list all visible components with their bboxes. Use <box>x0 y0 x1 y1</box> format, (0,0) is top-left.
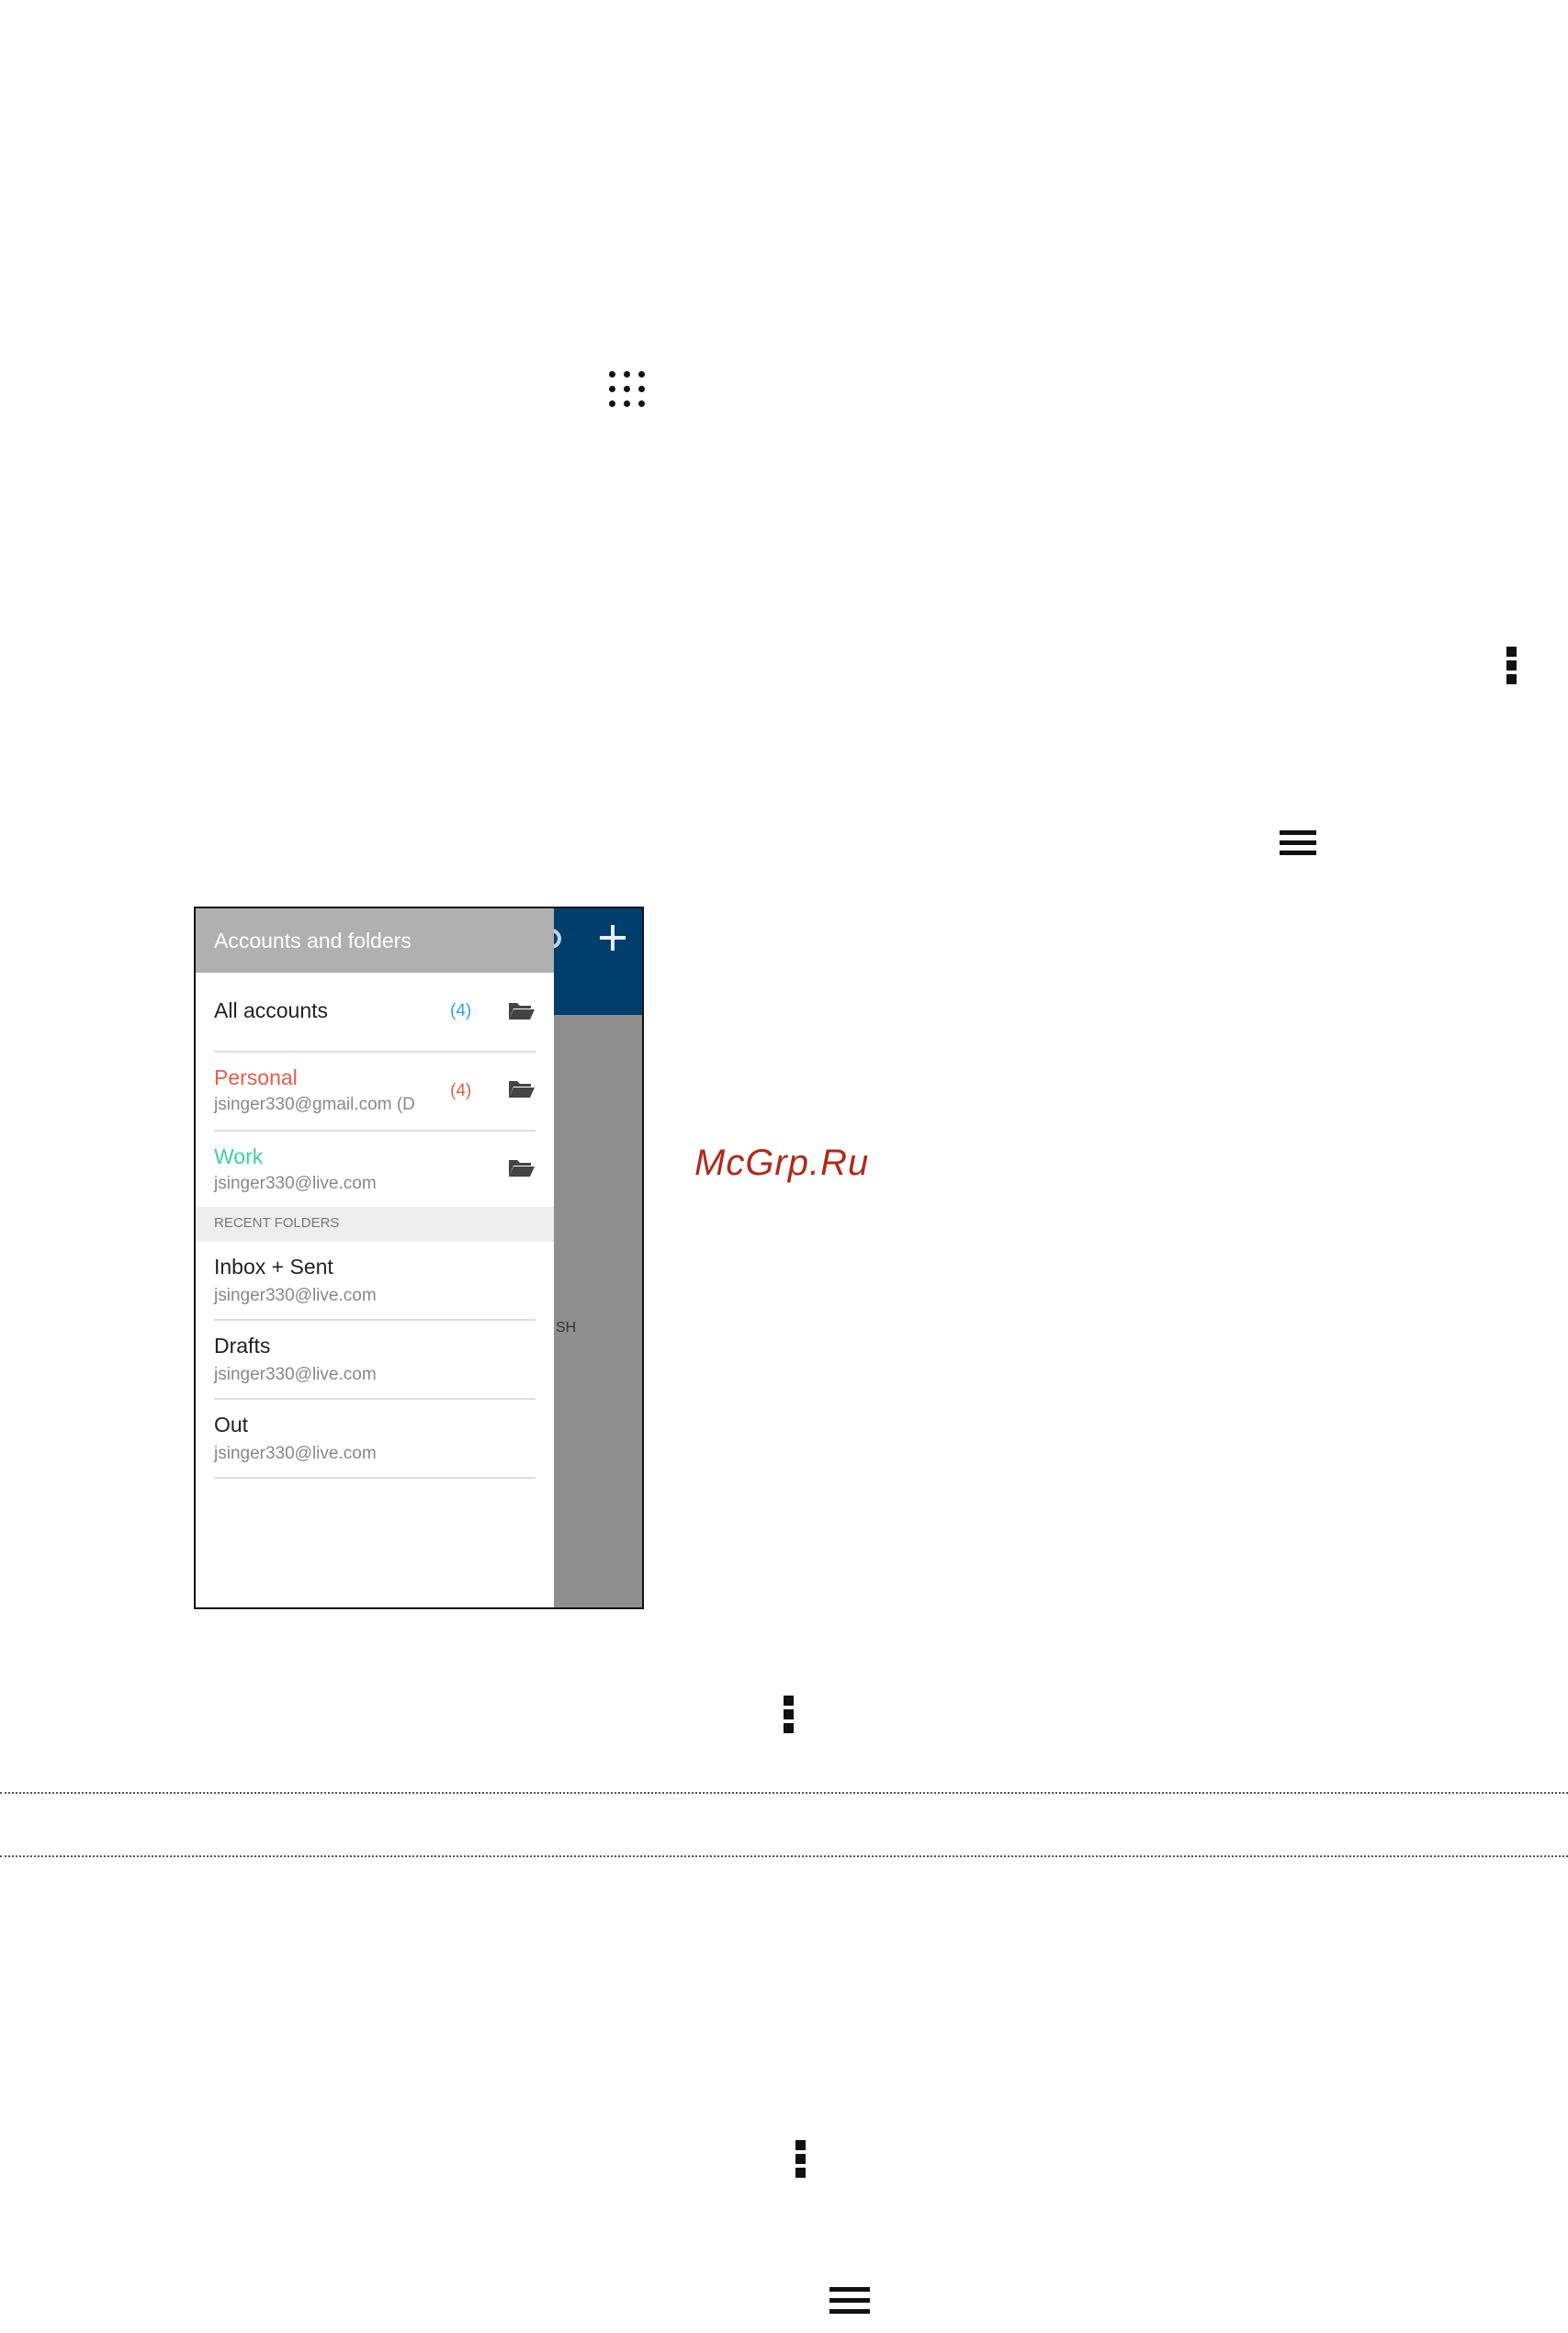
folder-item-out[interactable]: Out jsinger330@live.com <box>214 1400 536 1479</box>
unread-count: (4) <box>450 1081 472 1100</box>
folder-open-icon <box>509 1081 535 1098</box>
drawer-header: Accounts and folders <box>196 908 554 973</box>
account-name: All accounts <box>214 998 329 1022</box>
folder-open-icon <box>509 1160 535 1177</box>
folder-name: Out <box>214 1413 249 1437</box>
dotted-divider <box>0 1792 1568 1794</box>
folder-item-inbox-sent[interactable]: Inbox + Sent jsinger330@live.com <box>214 1242 536 1321</box>
account-item-all[interactable]: All accounts (4) <box>214 973 536 1053</box>
account-name: Work <box>214 1144 264 1168</box>
divider <box>214 1477 536 1479</box>
recent-folders-label: RECENT FOLDERS <box>214 1215 340 1231</box>
more-vertical-icon <box>1506 647 1519 685</box>
folder-item-drafts[interactable]: Drafts jsinger330@live.com <box>214 1321 536 1400</box>
dotted-divider <box>0 1855 1568 1857</box>
more-vertical-icon <box>795 2140 808 2179</box>
plus-icon-vertical <box>611 925 615 951</box>
folder-account: jsinger330@live.com <box>214 1444 377 1463</box>
account-email: jsinger330@gmail.com (D <box>214 1095 415 1114</box>
folder-open-icon <box>509 1003 535 1020</box>
folder-account: jsinger330@live.com <box>214 1365 377 1384</box>
apps-grid-icon <box>609 371 651 413</box>
account-email: jsinger330@live.com <box>214 1174 377 1193</box>
hamburger-menu-icon <box>1280 830 1316 856</box>
drawer-title: Accounts and folders <box>214 929 412 952</box>
folder-name: Drafts <box>214 1334 271 1358</box>
folder-account: jsinger330@live.com <box>214 1286 377 1305</box>
email-app-screenshot: SH Accounts and folders All accounts (4)… <box>194 907 644 1609</box>
more-vertical-icon <box>784 1696 796 1734</box>
account-name: Personal <box>214 1065 298 1089</box>
hamburger-menu-icon <box>829 2287 870 2315</box>
account-item-work[interactable]: Work jsinger330@live.com <box>214 1132 536 1207</box>
watermark: McGrp.Ru <box>694 1143 870 1183</box>
background-list-text: SH <box>556 1320 577 1336</box>
accounts-drawer: Accounts and folders All accounts (4) Pe… <box>196 908 554 1607</box>
unread-count: (4) <box>450 1001 472 1020</box>
account-item-personal[interactable]: Personal jsinger330@gmail.com (D (4) <box>214 1053 536 1133</box>
folder-name: Inbox + Sent <box>214 1255 333 1279</box>
